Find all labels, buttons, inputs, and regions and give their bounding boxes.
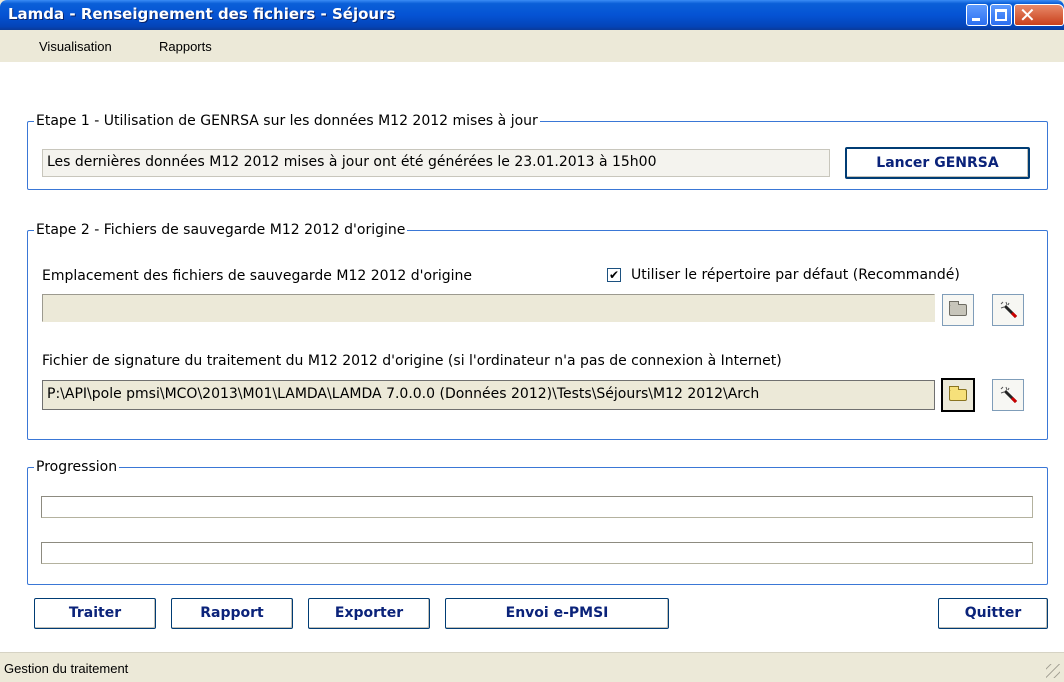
backup-location-label: Emplacement des fichiers de sauvegarde M… bbox=[42, 268, 473, 284]
status-bar: Gestion du traitement bbox=[0, 652, 1064, 682]
exporter-button[interactable]: Exporter bbox=[308, 598, 430, 629]
menu-bar: Visualisation Rapports bbox=[0, 30, 1064, 62]
progress-bar-detail bbox=[41, 542, 1033, 564]
progress-bar-main bbox=[41, 496, 1033, 518]
signature-file-label: Fichier de signature du traitement du M1… bbox=[42, 353, 782, 369]
status-text: Gestion du traitement bbox=[4, 661, 129, 676]
menu-rapports[interactable]: Rapports bbox=[159, 39, 212, 54]
default-dir-label[interactable]: Utiliser le répertoire par défaut (Recom… bbox=[631, 267, 960, 283]
client-area: Etape 1 - Utilisation de GENRSA sur les … bbox=[0, 62, 1064, 682]
signature-file-input[interactable]: P:\API\pole pmsi\MCO\2013\M01\LAMDA\LAMD… bbox=[42, 380, 935, 410]
minimize-icon bbox=[972, 18, 980, 21]
browse-backup-button[interactable] bbox=[942, 294, 974, 326]
launch-genrsa-button[interactable]: Lancer GENRSA bbox=[845, 147, 1030, 179]
clear-signature-button[interactable] bbox=[992, 379, 1024, 411]
magic-wand-icon bbox=[1000, 386, 1018, 404]
step1-legend: Etape 1 - Utilisation de GENRSA sur les … bbox=[36, 113, 538, 129]
resize-grip-icon[interactable] bbox=[1046, 664, 1060, 678]
step2-legend: Etape 2 - Fichiers de sauvegarde M12 201… bbox=[36, 222, 406, 238]
progression-legend: Progression bbox=[36, 459, 118, 475]
close-button[interactable]: ✕ bbox=[1014, 4, 1064, 26]
default-dir-checkbox[interactable]: ✔ bbox=[607, 268, 621, 282]
folder-icon bbox=[949, 386, 967, 401]
window-title: Lamda - Renseignement des fichiers - Séj… bbox=[8, 5, 396, 23]
step1-info-field: Les dernières données M12 2012 mises à j… bbox=[42, 149, 830, 177]
application-window: Lamda - Renseignement des fichiers - Séj… bbox=[0, 0, 1064, 682]
rapport-button[interactable]: Rapport bbox=[171, 598, 293, 629]
minimize-button[interactable] bbox=[966, 4, 988, 26]
backup-location-input[interactable] bbox=[42, 294, 935, 322]
quitter-button[interactable]: Quitter bbox=[938, 598, 1048, 629]
envoi-epmsi-button[interactable]: Envoi e-PMSI bbox=[445, 598, 669, 629]
menu-visualisation[interactable]: Visualisation bbox=[39, 39, 112, 54]
close-icon: ✕ bbox=[1019, 3, 1036, 27]
traiter-button[interactable]: Traiter bbox=[34, 598, 156, 629]
browse-signature-button[interactable] bbox=[941, 378, 975, 412]
magic-wand-icon bbox=[1000, 301, 1018, 319]
progression-group: Progression bbox=[27, 459, 1048, 585]
clear-backup-button[interactable] bbox=[992, 294, 1024, 326]
folder-icon bbox=[949, 301, 967, 316]
maximize-icon bbox=[995, 9, 1007, 21]
maximize-button[interactable] bbox=[990, 4, 1012, 26]
title-bar[interactable]: Lamda - Renseignement des fichiers - Séj… bbox=[0, 0, 1064, 30]
